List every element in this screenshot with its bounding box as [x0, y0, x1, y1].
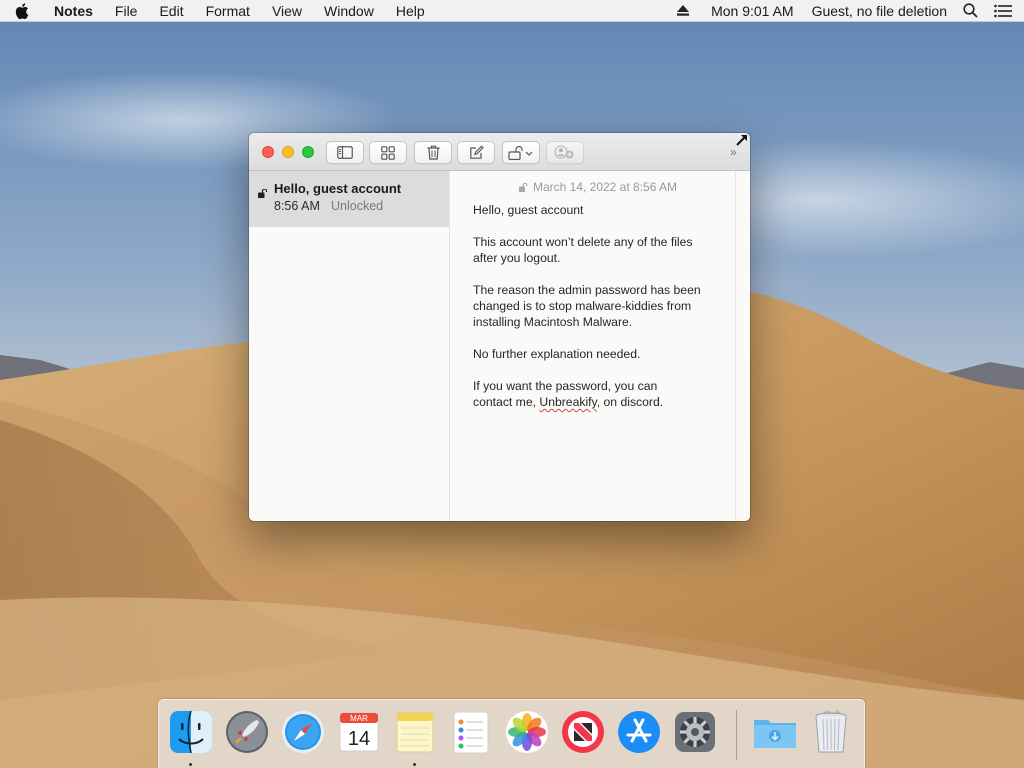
note-paragraph: This account won’t delete any of the fil…: [473, 234, 733, 266]
dock-divider: [736, 710, 737, 760]
dock-finder[interactable]: [167, 708, 215, 756]
note-paragraph: The reason the admin password has been c…: [473, 282, 733, 330]
calendar-icon: MAR 14: [339, 712, 379, 752]
note-editor[interactable]: March 14, 2022 at 8:56 AM Hello, guest a…: [450, 171, 736, 521]
dock: MAR 14: [158, 699, 865, 768]
running-indicator: [413, 763, 416, 766]
note-line: Hello, guest account: [473, 203, 584, 217]
note-body[interactable]: Hello, guest account This account won’t …: [473, 202, 733, 426]
dock-downloads[interactable]: [751, 708, 799, 756]
launchpad-icon: [226, 711, 268, 753]
menu-view[interactable]: View: [261, 0, 313, 22]
note-paragraph: If you want the password, you can contact…: [473, 378, 733, 410]
dock-calendar[interactable]: MAR 14: [335, 708, 383, 756]
note-lock-status: Unlocked: [331, 199, 384, 213]
finder-icon: [170, 710, 212, 754]
note-line: The reason the admin password has been: [473, 283, 701, 297]
fullscreen-arrow-icon[interactable]: [735, 133, 749, 152]
menu-edit[interactable]: Edit: [148, 0, 194, 22]
note-time: 8:56 AM: [274, 199, 320, 213]
note-line-tail: , on discord.: [596, 395, 664, 409]
menu-format[interactable]: Format: [195, 0, 261, 22]
safari-icon: [282, 711, 324, 753]
calendar-month: MAR: [350, 714, 368, 723]
trash-bin-icon: [815, 710, 847, 753]
zoom-button[interactable]: [302, 146, 314, 158]
grid-icon: [381, 145, 395, 160]
menu-app-name[interactable]: Notes: [44, 0, 104, 22]
dock-photos[interactable]: [503, 708, 551, 756]
add-person-icon: [554, 145, 574, 159]
app-store-icon: [618, 711, 660, 753]
system-preferences-icon: [675, 712, 715, 752]
menu-clock[interactable]: Mon 9:01 AM: [697, 0, 802, 22]
apple-icon[interactable]: [0, 0, 44, 22]
note-paragraph: No further explanation needed.: [473, 346, 733, 362]
eject-icon[interactable]: [669, 0, 697, 22]
note-line: installing Macintosh Malware.: [473, 315, 633, 329]
note-line: This account won’t delete any of the fil…: [473, 235, 693, 249]
sidebar-toggle-button[interactable]: [326, 141, 364, 164]
lock-note-button[interactable]: [502, 141, 540, 164]
note-line: after you logout.: [473, 251, 561, 265]
note-paragraph: Hello, guest account: [473, 202, 733, 218]
menu-file[interactable]: File: [104, 0, 149, 22]
news-icon: [562, 711, 604, 753]
compose-icon: [469, 145, 484, 159]
calendar-day: 14: [348, 728, 370, 750]
menu-bar: Notes File Edit Format View Window Help …: [0, 0, 1024, 22]
window-toolbar: »: [249, 133, 750, 171]
sidebar-icon: [337, 146, 353, 159]
new-note-button[interactable]: [457, 141, 495, 164]
dock-launchpad[interactable]: [223, 708, 271, 756]
misspelled-word[interactable]: Unbreakify: [539, 395, 596, 409]
menu-help[interactable]: Help: [385, 0, 436, 22]
note-line: contact me,: [473, 395, 540, 409]
list-icon[interactable]: [986, 0, 1024, 22]
trash-icon: [427, 145, 439, 160]
menu-extras: Mon 9:01 AM Guest, no file deletion: [669, 0, 1024, 22]
photos-icon: [506, 711, 548, 753]
notes-window: » Hello, guest account 8:56 AM Unlocked: [249, 133, 750, 521]
editor-scroll-gutter: [735, 171, 750, 521]
note-line: changed is to stop malware-kiddies from: [473, 299, 692, 313]
downloads-folder-icon: [754, 720, 796, 748]
note-line: No further explanation needed.: [473, 347, 641, 361]
magnifier-icon[interactable]: [955, 0, 986, 22]
minimize-button[interactable]: [282, 146, 294, 158]
menu-window[interactable]: Window: [313, 0, 385, 22]
dock-safari[interactable]: [279, 708, 327, 756]
padlock-open-icon: [508, 145, 533, 160]
note-line: If you want the password, you can: [473, 379, 658, 393]
close-button[interactable]: [262, 146, 274, 158]
note-list-item[interactable]: Hello, guest account 8:56 AM Unlocked: [249, 171, 449, 227]
dock-system-preferences[interactable]: [671, 708, 719, 756]
add-people-button[interactable]: [546, 141, 584, 164]
reminders-icon: [453, 711, 489, 754]
unlocked-padlock-icon: [518, 181, 529, 195]
dock-notes[interactable]: [391, 708, 439, 756]
note-list: Hello, guest account 8:56 AM Unlocked: [249, 171, 450, 521]
dock-trash[interactable]: [807, 708, 855, 756]
unlocked-padlock-icon: [258, 185, 269, 203]
dock-news[interactable]: [559, 708, 607, 756]
note-date-text: March 14, 2022 at 8:56 AM: [532, 180, 678, 194]
menu-user[interactable]: Guest, no file deletion: [802, 0, 955, 22]
note-date: March 14, 2022 at 8:56 AM: [450, 180, 746, 195]
notes-icon: [396, 712, 434, 753]
note-title: Hello, guest account: [274, 181, 402, 196]
gallery-view-button[interactable]: [369, 141, 407, 164]
running-indicator: [189, 763, 192, 766]
dock-app-store[interactable]: [615, 708, 663, 756]
dock-reminders[interactable]: [447, 708, 495, 756]
delete-note-button[interactable]: [414, 141, 452, 164]
